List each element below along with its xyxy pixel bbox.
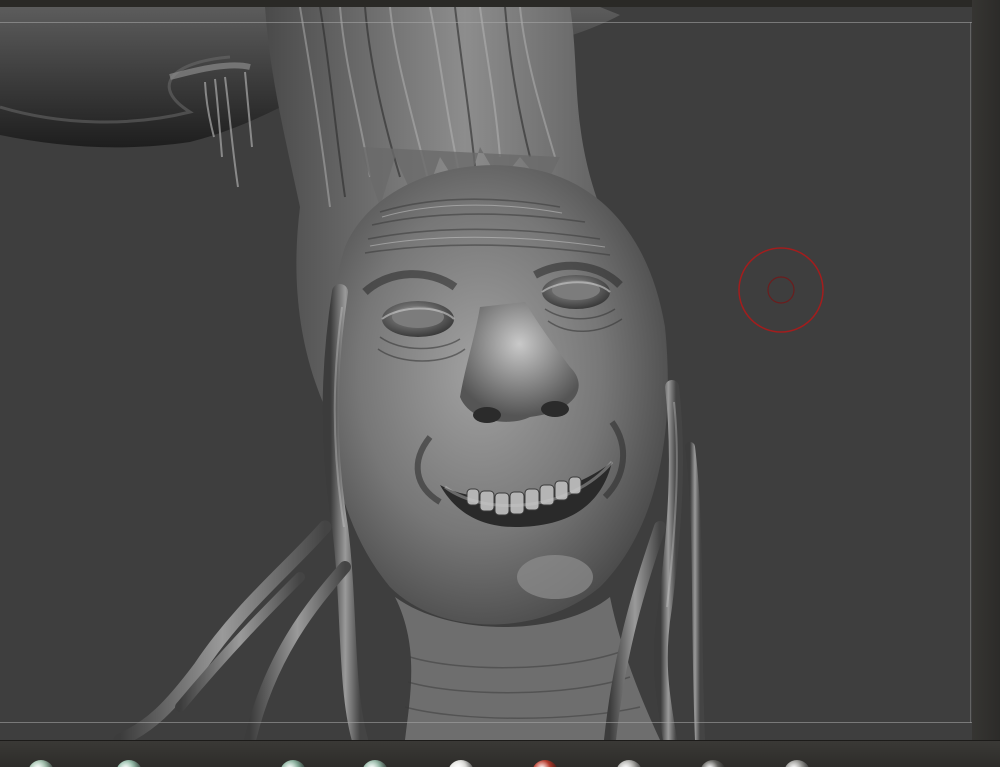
brush-outer-ring <box>739 248 823 332</box>
brush-inner-ring <box>768 277 794 303</box>
material-swatch[interactable] <box>700 760 726 767</box>
document-frame-right <box>970 22 971 723</box>
material-swatch[interactable] <box>28 760 54 767</box>
material-swatch[interactable] <box>362 760 388 767</box>
document-frame-bottom <box>0 722 972 723</box>
material-swatch[interactable] <box>784 760 810 767</box>
document-frame-top <box>0 22 972 23</box>
root-right-3 <box>690 447 700 740</box>
zbrush-window <box>0 0 1000 767</box>
root-left-4 <box>180 577 300 707</box>
material-swatch[interactable] <box>616 760 642 767</box>
sculpt-viewport[interactable] <box>0 7 972 740</box>
material-swatch[interactable] <box>448 760 474 767</box>
material-swatch[interactable] <box>280 760 306 767</box>
material-swatch[interactable] <box>532 760 558 767</box>
top-toolbar-edge <box>0 0 1000 7</box>
brush-cursor[interactable] <box>738 247 824 333</box>
chin <box>517 555 593 599</box>
material-tray <box>0 740 1000 767</box>
right-shelf <box>972 0 1000 740</box>
material-swatch[interactable] <box>116 760 142 767</box>
sculpt-model <box>0 7 972 740</box>
